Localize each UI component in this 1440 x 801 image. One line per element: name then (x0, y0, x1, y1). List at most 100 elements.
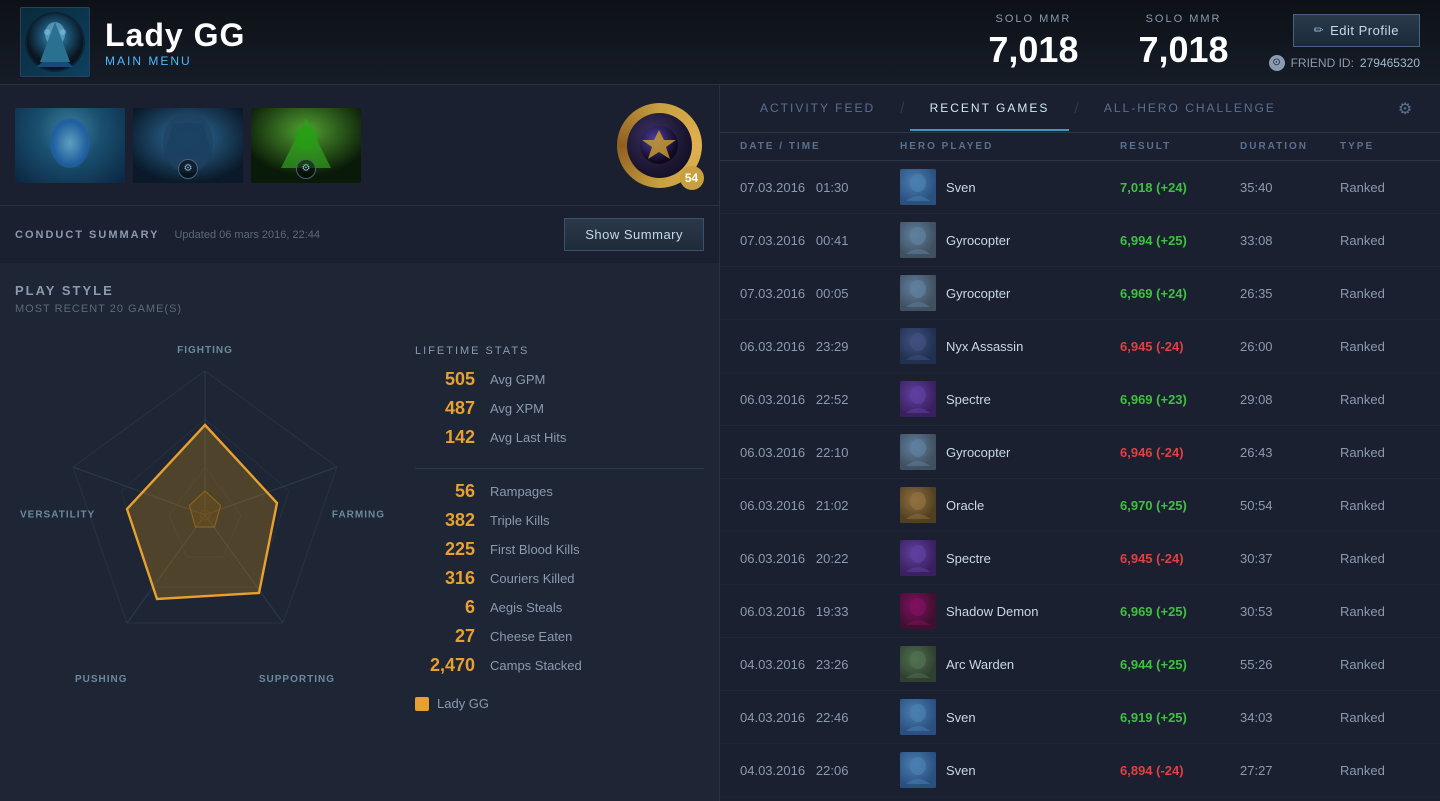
game-duration: 34:03 (1240, 710, 1340, 725)
table-row[interactable]: 06.03.2016 23:29 Nyx Assassin 6,945 (720, 320, 1440, 373)
table-row[interactable]: 06.03.2016 22:10 Gyrocopter 6,946 ( (720, 426, 1440, 479)
stat-aegis: 6 Aegis Steals (415, 597, 704, 618)
hero-name: Oracle (946, 498, 984, 513)
game-duration: 26:43 (1240, 445, 1340, 460)
game-result: 6,970 (+25) (1120, 498, 1240, 513)
show-summary-button[interactable]: Show Summary (564, 218, 704, 251)
label-pushing: PUSHING (75, 674, 128, 685)
game-type: Ranked (1340, 233, 1420, 248)
game-date: 07.03.2016 00:05 (740, 286, 900, 301)
table-header: DATE / TIME HERO PLAYED RESULT DURATION … (720, 133, 1440, 161)
hero-thumbnail (900, 540, 936, 576)
hero-name: Gyrocopter (946, 286, 1010, 301)
table-row[interactable]: 04.03.2016 23:26 Arc Warden 6,944 ( (720, 638, 1440, 691)
game-result: 6,944 (+25) (1120, 657, 1240, 672)
lbl-camps: Camps Stacked (490, 658, 582, 673)
game-type: Ranked (1340, 551, 1420, 566)
tab-activity-feed[interactable]: ACTIVITY FEED (740, 87, 895, 131)
table-row[interactable]: 07.03.2016 00:05 Gyrocopter 6,969 ( (720, 267, 1440, 320)
val-firstblood: 225 (415, 539, 475, 560)
stat-avg-gpm: 505 Avg GPM (415, 369, 704, 390)
lbl-avg-xpm: Avg XPM (490, 401, 544, 416)
game-date: 04.03.2016 23:26 (740, 657, 900, 672)
stat-avg-xpm: 487 Avg XPM (415, 398, 704, 419)
table-row[interactable]: 07.03.2016 00:41 Gyrocopter 6,994 ( (720, 214, 1440, 267)
table-row[interactable]: 07.03.2016 01:30 Sven 7,018 (+24) (720, 161, 1440, 214)
mmr-block-1: SOLO MMR 7,018 (988, 13, 1078, 71)
left-panel: ⚙ ⚙ (0, 85, 720, 801)
game-result: 6,994 (+25) (1120, 233, 1240, 248)
game-hero: Spectre (900, 540, 1120, 576)
table-row[interactable]: 06.03.2016 21:02 Oracle 6,970 (+25) (720, 479, 1440, 532)
tab-all-hero-challenge[interactable]: ALL-HERO CHALLENGE (1084, 87, 1296, 131)
play-style-subtitle: MOST RECENT 20 GAME(S) (15, 303, 704, 315)
stat-cheese: 27 Cheese Eaten (415, 626, 704, 647)
settings-icon[interactable]: ⚙ (1390, 94, 1420, 124)
play-style-content: FIGHTING FARMING SUPPORTING PUSHING VERS… (15, 335, 704, 711)
val-avg-gpm: 505 (415, 369, 475, 390)
avatar-image (25, 12, 85, 72)
val-cheese: 27 (415, 626, 475, 647)
lbl-triple: Triple Kills (490, 513, 549, 528)
friend-id-value: 279465320 (1360, 56, 1420, 70)
hero-thumbnail (900, 275, 936, 311)
friend-id-label: FRIEND ID: (1291, 56, 1354, 70)
game-hero: Gyrocopter (900, 434, 1120, 470)
hero-3-icon: ⚙ (296, 159, 316, 179)
table-row[interactable]: 06.03.2016 22:52 Spectre 6,969 (+23 (720, 373, 1440, 426)
header-name-section: Lady GG MAIN MENU (105, 17, 988, 68)
hero-card-2[interactable]: ⚙ (133, 108, 243, 183)
game-date: 06.03.2016 20:22 (740, 551, 900, 566)
hero-thumbnail (900, 381, 936, 417)
game-duration: 29:08 (1240, 392, 1340, 407)
hero-thumbnail (900, 487, 936, 523)
col-header-result: RESULT (1120, 141, 1240, 152)
edit-profile-label: Edit Profile (1330, 23, 1399, 38)
main-menu-link[interactable]: MAIN MENU (105, 54, 988, 68)
table-row[interactable]: 04.03.2016 21:25 Doom 6,918 (-25) (720, 797, 1440, 801)
edit-profile-button[interactable]: ✏ Edit Profile (1293, 14, 1420, 47)
game-type: Ranked (1340, 498, 1420, 513)
lbl-cheese: Cheese Eaten (490, 629, 572, 644)
val-couriers: 316 (415, 568, 475, 589)
table-row[interactable]: 06.03.2016 20:22 Spectre 6,945 (-24 (720, 532, 1440, 585)
val-aegis: 6 (415, 597, 475, 618)
stat-triple: 382 Triple Kills (415, 510, 704, 531)
stat-rampages: 56 Rampages (415, 481, 704, 502)
game-date: 04.03.2016 22:06 (740, 763, 900, 778)
tab-divider-2: / (1074, 100, 1078, 118)
game-type: Ranked (1340, 286, 1420, 301)
game-date: 06.03.2016 21:02 (740, 498, 900, 513)
hero-thumbnail (900, 328, 936, 364)
mmr-value-1: 7,018 (988, 29, 1078, 71)
username: Lady GG (105, 17, 988, 54)
stat-avg-lh: 142 Avg Last Hits (415, 427, 704, 448)
hero-card-3[interactable]: ⚙ (251, 108, 361, 183)
game-hero: Sven (900, 169, 1120, 205)
game-date: 04.03.2016 22:46 (740, 710, 900, 725)
chart-legend: Lady GG (415, 696, 704, 711)
table-row[interactable]: 06.03.2016 19:33 Shadow Demon 6,969 (720, 585, 1440, 638)
badge-ring: 54 (617, 103, 702, 188)
game-hero: Gyrocopter (900, 275, 1120, 311)
hero-name: Sven (946, 180, 976, 195)
game-type: Ranked (1340, 657, 1420, 672)
game-type: Ranked (1340, 445, 1420, 460)
games-table: DATE / TIME HERO PLAYED RESULT DURATION … (720, 133, 1440, 801)
label-fighting: FIGHTING (177, 345, 233, 356)
table-row[interactable]: 04.03.2016 22:46 Sven 6,919 (+25) (720, 691, 1440, 744)
mmr-label-1: SOLO MMR (988, 13, 1078, 25)
game-type: Ranked (1340, 763, 1420, 778)
game-type: Ranked (1340, 604, 1420, 619)
mmr-label-2: SOLO MMR (1138, 13, 1228, 25)
hero-thumbnail (900, 699, 936, 735)
col-header-duration: DURATION (1240, 141, 1340, 152)
stat-camps: 2,470 Camps Stacked (415, 655, 704, 676)
hero-card-1[interactable] (15, 108, 125, 183)
game-result: 6,969 (+23) (1120, 392, 1240, 407)
tab-recent-games[interactable]: RECENT GAMES (910, 87, 1070, 131)
stat-group-milestones: 56 Rampages 382 Triple Kills 225 First B… (415, 481, 704, 676)
hero-thumbnail (900, 646, 936, 682)
val-rampages: 56 (415, 481, 475, 502)
table-row[interactable]: 04.03.2016 22:06 Sven 6,894 (-24) (720, 744, 1440, 797)
